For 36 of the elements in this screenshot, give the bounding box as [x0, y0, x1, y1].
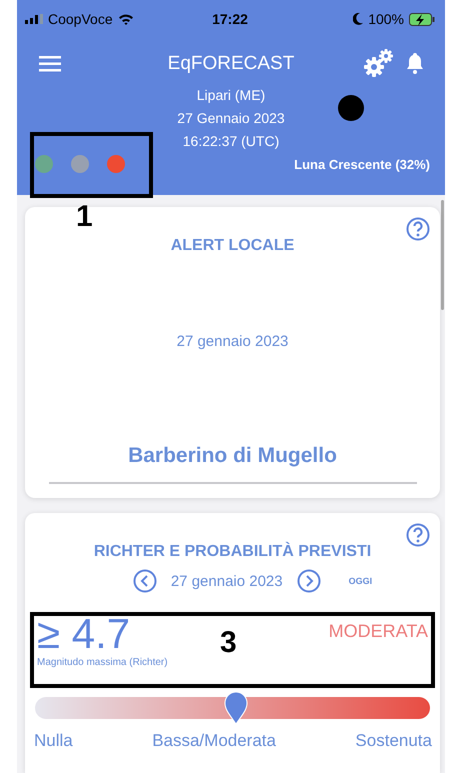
card-title: ALERT LOCALE	[170, 237, 294, 255]
scrollbar[interactable]	[441, 200, 444, 310]
probability-label: MODERATA	[328, 621, 428, 642]
battery-charging-icon	[409, 12, 435, 26]
magnitude-value: ≥ 4.7	[37, 611, 132, 657]
bell-icon[interactable]	[405, 52, 425, 74]
location-label: Lipari (ME)	[196, 86, 266, 105]
wifi-icon	[118, 13, 134, 25]
moon-icon	[337, 94, 365, 122]
battery-percent: 100%	[368, 11, 404, 27]
next-day-icon[interactable]	[296, 569, 321, 593]
help-icon[interactable]	[406, 523, 430, 547]
slider-scale-label: Bassa/Moderata	[152, 731, 276, 751]
today-link[interactable]: OGGI	[348, 576, 372, 586]
menu-icon[interactable]	[39, 56, 61, 72]
alert-date: 27 gennaio 2023	[176, 333, 288, 350]
magnitude-label: Magnitudo massima (Richter)	[37, 657, 168, 668]
forecast-date: 27 gennaio 2023	[170, 572, 283, 590]
slider-thumb[interactable]	[224, 691, 248, 725]
slider-scale-label: Nulla	[34, 731, 73, 751]
time-label: 16:22:37 (UTC)	[182, 132, 280, 151]
alert-place: Barberino di Mugello	[128, 444, 337, 468]
annotation-number: 3	[220, 626, 237, 660]
signal-icon	[25, 14, 43, 24]
carrier-name: CoopVoce	[48, 11, 113, 27]
date-label: 27 Gennaio 2023	[177, 109, 285, 128]
settings-icon[interactable]	[363, 48, 395, 78]
moon-icon	[353, 13, 364, 25]
card-title: RICHTER E PROBABILITÀ PREVISTI	[94, 543, 372, 561]
status-time: 17:22	[212, 11, 248, 27]
moon-phase-label: Luna Crescente (32%)	[294, 156, 430, 172]
slider-scale-label: Sostenuta	[355, 731, 432, 751]
previous-day-icon[interactable]	[132, 569, 157, 593]
annotation-number: 1	[76, 200, 93, 234]
help-icon[interactable]	[406, 217, 430, 241]
app-title: EqFORECAST	[168, 53, 294, 75]
